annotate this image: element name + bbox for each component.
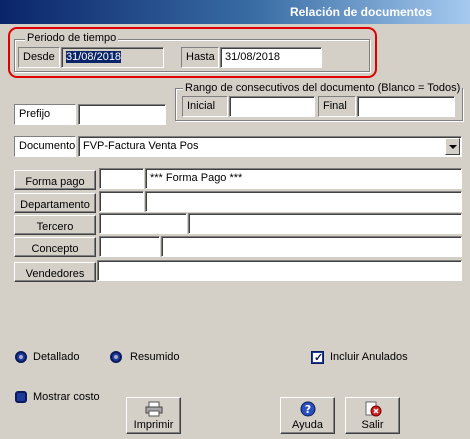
vendedores-field[interactable] <box>97 260 462 281</box>
forma-pago-desc[interactable]: *** Forma Pago *** <box>145 168 462 189</box>
chevron-down-icon[interactable] <box>445 138 460 155</box>
departamento-button[interactable]: Departamento <box>14 193 96 213</box>
radio-dot-icon <box>19 355 23 359</box>
imprimir-button[interactable]: Imprimir <box>126 397 181 434</box>
salir-button[interactable]: Salir <box>345 397 400 434</box>
vendedores-button[interactable]: Vendedores <box>14 262 96 282</box>
svg-text:?: ? <box>304 403 310 416</box>
inicial-field[interactable] <box>229 96 315 117</box>
final-field[interactable] <box>357 96 455 117</box>
check-icon: ✓ <box>314 352 324 364</box>
radio-dot-icon <box>114 355 118 359</box>
concepto-button[interactable]: Concepto <box>14 237 96 257</box>
departamento-desc[interactable] <box>145 191 462 212</box>
periodo-highlight <box>8 27 377 78</box>
documento-label: Documento <box>14 136 76 157</box>
forma-pago-button[interactable]: Forma pago <box>14 170 96 190</box>
documento-value: FVP-Factura Venta Pos <box>83 140 199 152</box>
mostrar-costo-label: Mostrar costo <box>33 391 100 403</box>
exit-icon <box>365 401 381 417</box>
tercero-desc[interactable] <box>188 213 462 234</box>
detallado-label: Detallado <box>33 351 80 363</box>
tercero-code[interactable] <box>99 213 187 234</box>
ayuda-button[interactable]: ? Ayuda <box>280 397 335 434</box>
window-title: Relación de documentos <box>289 5 432 19</box>
departamento-code[interactable] <box>99 191 144 212</box>
forma-pago-code[interactable] <box>99 168 144 189</box>
detallado-radio[interactable] <box>15 351 27 363</box>
tercero-button[interactable]: Tercero <box>14 215 96 235</box>
printer-icon <box>145 401 162 417</box>
final-label: Final <box>318 96 356 117</box>
salir-label: Salir <box>361 419 384 431</box>
inicial-label: Inicial <box>182 96 228 117</box>
documento-select[interactable]: FVP-Factura Venta Pos <box>78 136 462 157</box>
rango-group-title: Rango de consecutivos del documento (Bla… <box>183 82 463 94</box>
help-icon: ? <box>300 401 315 417</box>
imprimir-label: Imprimir <box>133 419 174 431</box>
resumido-radio[interactable] <box>110 351 122 363</box>
prefijo-field[interactable] <box>78 104 166 125</box>
concepto-code[interactable] <box>99 236 160 257</box>
prefijo-label: Prefijo <box>14 104 76 125</box>
resumido-label: Resumido <box>130 351 180 363</box>
concepto-desc[interactable] <box>161 236 462 257</box>
incluir-anulados-label: Incluir Anulados <box>330 351 408 363</box>
title-bar: Relación de documentos <box>0 0 470 24</box>
mostrar-costo-radio[interactable] <box>15 391 27 403</box>
incluir-anulados-checkbox[interactable]: ✓ <box>311 351 324 364</box>
ayuda-label: Ayuda <box>292 419 323 431</box>
